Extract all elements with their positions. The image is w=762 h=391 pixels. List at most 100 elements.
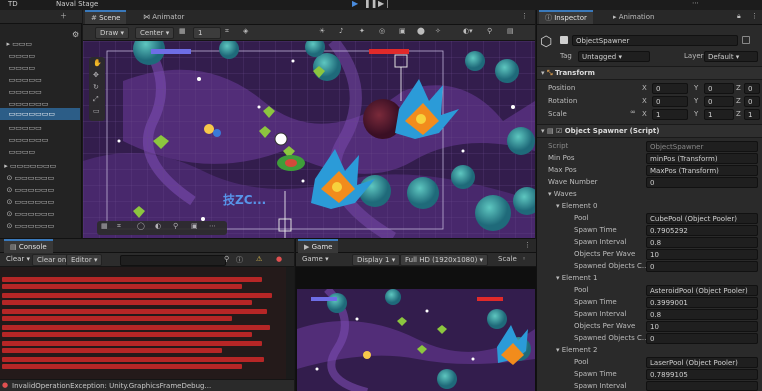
game-viewport[interactable] <box>296 267 536 391</box>
gizmo-icon[interactable]: ◈ <box>243 27 248 35</box>
tag-dropdown[interactable]: Untagged ▾ <box>578 51 650 62</box>
log-entry[interactable] <box>2 316 232 321</box>
hierarchy-row[interactable]: ▭▭▭▭ <box>0 50 35 62</box>
console-scrollbar[interactable] <box>286 267 294 379</box>
scale-x-field[interactable]: 1 <box>652 109 688 120</box>
inspector-menu-icon[interactable]: ⋮ <box>751 12 758 20</box>
element-0-objects-per-wave-field[interactable]: 10 <box>646 249 758 260</box>
element-2-pool-field[interactable]: LaserPool (Object Pooler) <box>646 357 758 368</box>
audio-icon[interactable]: ♪ <box>339 27 343 35</box>
overlay-camera-icon[interactable]: ▣ <box>191 222 198 230</box>
hierarchy-row[interactable]: ⊙ ▭▭▭▭▭▭ <box>0 208 54 220</box>
error-filter-icon[interactable]: ● <box>276 255 282 263</box>
layer-dropdown[interactable]: Default ▾ <box>704 51 758 62</box>
active-checkbox[interactable] <box>560 36 568 44</box>
clear-button[interactable]: Clear ▾ <box>2 254 34 266</box>
shading-dropdown[interactable]: Draw ▾ <box>95 27 130 39</box>
hierarchy-row[interactable]: ▭▭▭▭▭▭ <box>0 134 49 146</box>
tab-menu-icon[interactable]: ⋮ <box>521 12 528 20</box>
element-0-spawned-field[interactable]: 0 <box>646 261 758 272</box>
log-entry[interactable] <box>2 309 267 314</box>
lighting-icon[interactable]: ☀ <box>319 27 325 35</box>
rotate-tool-icon[interactable]: ↻ <box>93 83 99 91</box>
more-icon[interactable]: ⋯ <box>692 0 699 7</box>
overlay-snap-icon[interactable]: ⌗ <box>117 222 121 231</box>
hierarchy-row[interactable]: ▭▭▭▭ <box>0 146 35 158</box>
console-log-area[interactable] <box>0 267 294 379</box>
game-mode-dropdown[interactable]: Game ▾ <box>298 254 333 266</box>
scale-tool-icon[interactable]: ⤢ <box>93 95 99 104</box>
hierarchy-row[interactable]: ▭▭▭▭ <box>0 62 35 74</box>
hierarchy-row[interactable]: ⊙ ▭▭▭▭▭▭ <box>0 184 54 196</box>
rotation-z-field[interactable]: 0 <box>744 96 760 107</box>
object-name-field[interactable]: ObjectSpawner <box>572 35 738 46</box>
editor-dropdown[interactable]: Editor ▾ <box>66 254 103 266</box>
wave-number-field[interactable]: 0 <box>646 177 758 188</box>
overlay-circle-icon[interactable]: ◯ <box>137 222 145 230</box>
add-icon[interactable]: ＋ <box>60 11 67 21</box>
display-dropdown[interactable]: Display 1 ▾ <box>352 254 401 266</box>
waves-foldout[interactable]: ▾ Waves <box>548 188 577 200</box>
element-2-spawn-time-field[interactable]: 0.7899105 <box>646 369 758 380</box>
tab-animator[interactable]: ⋈ Animator <box>137 10 190 24</box>
fx-icon[interactable]: ✦ <box>359 27 365 35</box>
account-label[interactable]: TD <box>8 0 18 8</box>
pause-icon[interactable]: ❚❚ <box>364 0 377 8</box>
layers-icon[interactable]: ▤ <box>507 27 514 35</box>
scale-link-icon[interactable]: ∞ <box>630 108 636 116</box>
log-entry[interactable] <box>2 348 222 353</box>
element-1-spawn-time-field[interactable]: 0.3999001 <box>646 297 758 308</box>
move-tool-icon[interactable]: ✥ <box>93 71 99 79</box>
component-enabled-checkbox[interactable]: ☑ <box>556 125 562 137</box>
log-entry[interactable] <box>2 277 262 282</box>
hand-tool-icon[interactable]: ✋ <box>93 59 102 67</box>
hierarchy-row-selected[interactable]: ▭▭▭▭▭▭▭ <box>0 108 80 120</box>
log-entry[interactable] <box>2 325 270 330</box>
log-entry[interactable] <box>2 341 262 346</box>
resolution-dropdown[interactable]: Full HD (1920x1080) ▾ <box>400 254 489 266</box>
tools-icon[interactable]: ✧ <box>435 27 441 35</box>
log-entry[interactable] <box>2 300 252 305</box>
object-spawner-header[interactable]: ▾ ▤ ☑ Object Spawner (Script) <box>537 124 762 138</box>
tab-scene[interactable]: # Scene <box>85 10 127 24</box>
scale-z-field[interactable]: 1 <box>744 109 760 120</box>
overlay-zoom-icon[interactable]: ⚲ <box>173 222 178 230</box>
hierarchy-row[interactable]: ▸ ▭▭▭▭▭▭▭ <box>0 160 56 172</box>
rotation-y-field[interactable]: 0 <box>704 96 734 107</box>
min-pos-field[interactable]: minPos (Transform) <box>646 153 758 164</box>
gizmos-dropdown-icon[interactable]: ◐▾ <box>463 27 473 35</box>
info-filter-icon[interactable]: ⓘ <box>236 255 243 265</box>
console-status-line[interactable]: ● InvalidOperationException: Unity.Graph… <box>0 379 294 391</box>
search-icon[interactable]: ⚲ <box>487 27 492 35</box>
console-search-input[interactable] <box>120 255 226 266</box>
log-entry[interactable] <box>2 364 242 369</box>
element-1-spawned-field[interactable]: 0 <box>646 333 758 344</box>
element-1-spawn-interval-field[interactable]: 0.8 <box>646 309 758 320</box>
play-icon[interactable]: ▶ <box>352 0 358 8</box>
element-2-foldout[interactable]: ▾ Element 2 <box>556 344 597 356</box>
transform-header[interactable]: ▾ ⤡ Transform <box>537 66 762 80</box>
overlay-light-icon[interactable]: ◐ <box>155 222 161 230</box>
game-tab-menu-icon[interactable]: ⋮ <box>524 241 531 249</box>
overlay-more-icon[interactable]: ⋯ <box>209 222 216 230</box>
scale-y-field[interactable]: 1 <box>704 109 734 120</box>
lock-icon[interactable]: 🔒︎ <box>737 12 741 21</box>
static-checkbox[interactable] <box>742 36 750 44</box>
overlay-grid-icon[interactable]: ▦ <box>101 222 108 230</box>
hierarchy-row[interactable]: ▭▭▭▭▭ <box>0 122 42 134</box>
snap-icon[interactable]: ⌗ <box>225 27 229 36</box>
hidden-icon[interactable]: ◎ <box>379 27 385 35</box>
element-0-spawn-time-field[interactable]: 0.7905292 <box>646 225 758 236</box>
position-y-field[interactable]: 0 <box>704 83 734 94</box>
element-2-spawn-interval-field[interactable] <box>646 381 758 391</box>
camera-icon[interactable]: ▣ <box>399 27 406 35</box>
step-icon[interactable]: ▶❘ <box>378 0 391 8</box>
log-entry[interactable] <box>2 293 272 298</box>
position-z-field[interactable]: 0 <box>744 83 760 94</box>
hierarchy-row[interactable]: ⊙ ▭▭▭▭▭▭ <box>0 172 54 184</box>
log-entry[interactable] <box>2 284 242 289</box>
log-entry[interactable] <box>2 332 252 337</box>
project-title[interactable]: Naval Stage <box>56 0 98 8</box>
element-0-spawn-interval-field[interactable]: 0.8 <box>646 237 758 248</box>
hierarchy-row[interactable]: ▸ ▭▭▭ <box>0 38 32 50</box>
